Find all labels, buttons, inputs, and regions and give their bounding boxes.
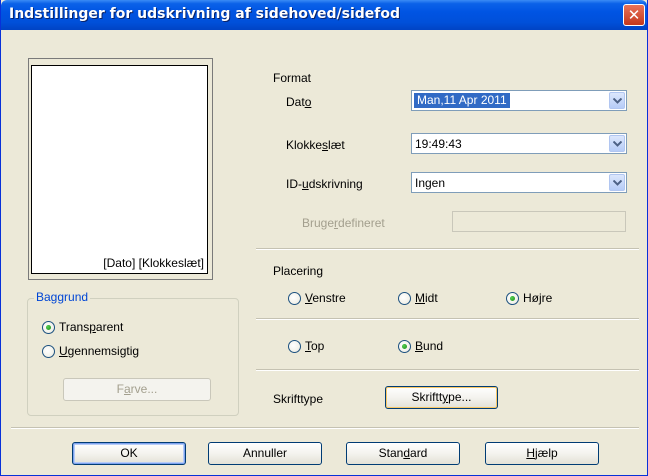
separator	[256, 248, 639, 250]
font-button[interactable]: Skrifttype...	[385, 386, 498, 409]
cancel-button[interactable]: Annuller	[208, 442, 322, 465]
center-label[interactable]: Midt	[415, 291, 438, 305]
date-dropdown-button[interactable]	[609, 92, 625, 109]
ok-button[interactable]: OK	[72, 442, 186, 465]
custom-label: Brugerdefineret	[302, 216, 385, 230]
chevron-down-icon	[613, 98, 622, 104]
format-heading: Format	[273, 71, 312, 85]
date-select[interactable]: Man,11 Apr 2011	[411, 90, 627, 111]
left-label[interactable]: Venstre	[305, 291, 346, 305]
left-radio[interactable]	[288, 292, 301, 305]
bottom-label[interactable]: Bund	[415, 339, 443, 353]
id-print-label: ID-udskrivning	[286, 177, 363, 191]
chevron-down-icon	[613, 180, 622, 186]
bottom-radio[interactable]	[398, 340, 411, 353]
time-value: 19:49:43	[415, 137, 462, 151]
background-group-title: Baggrund	[34, 290, 91, 304]
font-label: Skrifttype	[273, 392, 324, 406]
color-button[interactable]: Farve...	[63, 378, 211, 401]
standard-button[interactable]: Standard	[346, 442, 460, 465]
title-bar[interactable]: Indstillinger for udskrivning af sidehov…	[1, 0, 647, 30]
right-radio[interactable]	[506, 292, 519, 305]
transparent-radio[interactable]	[42, 321, 55, 334]
transparent-label[interactable]: Transparent	[59, 320, 123, 334]
dialog-window: Indstillinger for udskrivning af sidehov…	[0, 0, 648, 476]
opaque-radio[interactable]	[42, 345, 55, 358]
id-print-dropdown-button[interactable]	[609, 174, 625, 191]
help-button[interactable]: Hjælp	[485, 442, 599, 465]
time-label: Klokkeslæt	[286, 138, 345, 152]
separator	[256, 318, 639, 320]
date-label: Dato	[286, 95, 312, 109]
chevron-down-icon	[613, 141, 622, 147]
close-button[interactable]: ✕	[623, 4, 645, 26]
custom-text-input[interactable]	[452, 211, 626, 232]
preview-text: [Dato] [Klokkeslæt]	[103, 256, 204, 270]
opaque-label[interactable]: Ugennemsigtig	[59, 344, 139, 358]
id-print-value: Ingen	[415, 176, 446, 190]
center-radio[interactable]	[398, 292, 411, 305]
window-title: Indstillinger for udskrivning af sidehov…	[9, 6, 401, 22]
id-print-select[interactable]: Ingen	[411, 172, 627, 193]
date-value: Man,11 Apr 2011	[414, 93, 510, 108]
top-label[interactable]: Top	[305, 339, 324, 353]
placement-heading: Placering	[273, 264, 324, 278]
time-dropdown-button[interactable]	[609, 135, 625, 152]
preview-page: [Dato] [Klokkeslæt]	[31, 65, 208, 274]
right-label[interactable]: Højre	[523, 291, 552, 305]
separator	[11, 427, 639, 429]
separator	[256, 369, 639, 371]
close-icon: ✕	[627, 6, 641, 24]
time-select[interactable]: 19:49:43	[411, 133, 627, 154]
top-radio[interactable]	[288, 340, 301, 353]
